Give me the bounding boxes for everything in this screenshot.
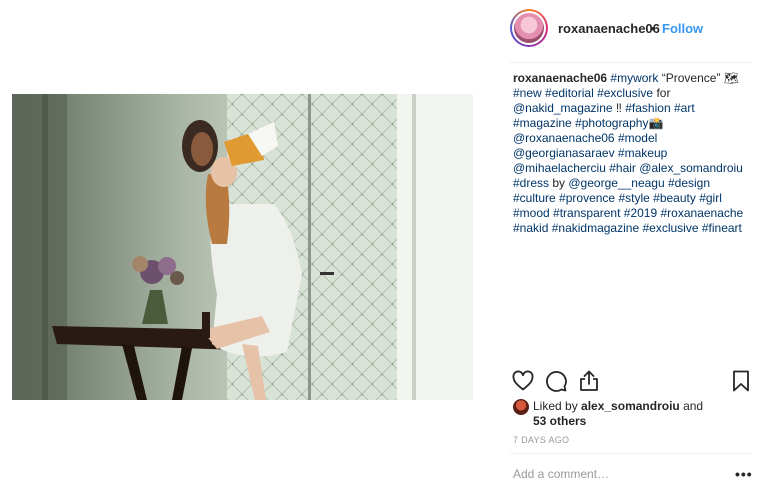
mention-link[interactable]: @roxanaenache06 xyxy=(513,131,615,145)
header-separator: • xyxy=(651,21,656,36)
caption-text: 📸 xyxy=(648,116,664,130)
mention-link[interactable]: @alex_somandroiu xyxy=(639,161,743,175)
likes-suffix: and xyxy=(679,399,704,413)
hashtag-link[interactable]: #model xyxy=(618,131,657,145)
mention-link[interactable]: @mihaelacherciu xyxy=(513,161,606,175)
hashtag-link[interactable]: #culture xyxy=(513,191,556,205)
heart-icon xyxy=(512,370,534,391)
hashtag-link[interactable]: #mywork xyxy=(610,71,658,85)
post-photo[interactable] xyxy=(12,94,473,400)
mention-link[interactable]: @george__neagu xyxy=(568,176,664,190)
hashtag-link[interactable]: #exclusive xyxy=(642,221,698,235)
liker-avatar[interactable] xyxy=(513,399,529,415)
hashtag-link[interactable]: #transparent xyxy=(553,206,620,220)
liker-username[interactable]: alex_somandroiu xyxy=(581,399,680,413)
avatar-image xyxy=(514,13,544,43)
comment-divider xyxy=(510,453,753,454)
author-avatar[interactable] xyxy=(510,9,548,47)
hashtag-link[interactable]: #art xyxy=(674,101,695,115)
hashtag-link[interactable]: #2019 xyxy=(624,206,657,220)
post-media-area xyxy=(0,0,497,494)
hashtag-link[interactable]: #design xyxy=(668,176,710,190)
hashtag-link[interactable]: #roxanaenache xyxy=(661,206,744,220)
header-divider xyxy=(510,62,753,63)
post-timestamp[interactable]: 7 DAYS AGO xyxy=(513,435,569,445)
bookmark-icon xyxy=(733,370,749,392)
avatar-frame xyxy=(512,11,546,45)
action-bar xyxy=(511,369,753,393)
hashtag-link[interactable]: #makeup xyxy=(618,146,667,160)
comment-input[interactable] xyxy=(513,466,713,482)
hashtag-link[interactable]: #mood xyxy=(513,206,550,220)
like-button[interactable] xyxy=(511,369,535,393)
hashtag-link[interactable]: #girl xyxy=(699,191,722,205)
hashtag-link[interactable]: #provence xyxy=(559,191,615,205)
hashtag-link[interactable]: #nakidmagazine xyxy=(552,221,639,235)
share-button[interactable] xyxy=(577,369,601,393)
mention-link[interactable]: @georgianasaraev xyxy=(513,146,615,160)
hashtag-link[interactable]: #exclusive xyxy=(597,86,653,100)
caption-text: ‼ xyxy=(612,101,626,115)
likes-text: Liked by alex_somandroiu and 53 others xyxy=(533,399,753,429)
hashtag-link[interactable]: #magazine xyxy=(513,116,572,130)
hashtag-link[interactable]: #hair xyxy=(609,161,636,175)
caption-author[interactable]: roxanaenache06 xyxy=(513,71,607,85)
caption-text: “Provence” 🗺 xyxy=(658,71,740,85)
hashtag-link[interactable]: #nakid xyxy=(513,221,548,235)
hashtag-link[interactable]: #fashion xyxy=(625,101,670,115)
hashtag-link[interactable]: #editorial xyxy=(545,86,594,100)
post-header: roxanaenache06 • Follow xyxy=(497,0,753,62)
comment-button[interactable] xyxy=(544,369,568,393)
mention-link[interactable]: @nakid_magazine xyxy=(513,101,613,115)
save-button[interactable] xyxy=(729,369,753,393)
likes-others-link[interactable]: 53 others xyxy=(533,414,586,428)
caption-text: by xyxy=(549,176,569,190)
photo-illustration xyxy=(12,94,473,400)
post-sidebar: roxanaenache06 • Follow roxanaenache06 #… xyxy=(497,0,768,494)
hashtag-link[interactable]: #photography xyxy=(575,116,648,130)
comment-icon xyxy=(546,371,567,392)
hashtag-link[interactable]: #new xyxy=(513,86,542,100)
hashtag-link[interactable]: #dress xyxy=(513,176,549,190)
caption-text: for xyxy=(653,86,671,100)
author-username[interactable]: roxanaenache06 xyxy=(558,21,660,36)
follow-button[interactable]: Follow xyxy=(662,21,703,36)
hashtag-link[interactable]: #fineart xyxy=(702,221,742,235)
likes-prefix: Liked by xyxy=(533,399,582,413)
hashtag-link[interactable]: #beauty xyxy=(653,191,696,205)
post-caption: roxanaenache06 #mywork “Provence” 🗺 #new… xyxy=(513,71,753,236)
more-options-button[interactable]: ••• xyxy=(735,466,753,482)
share-icon xyxy=(580,370,598,391)
hashtag-link[interactable]: #style xyxy=(618,191,649,205)
